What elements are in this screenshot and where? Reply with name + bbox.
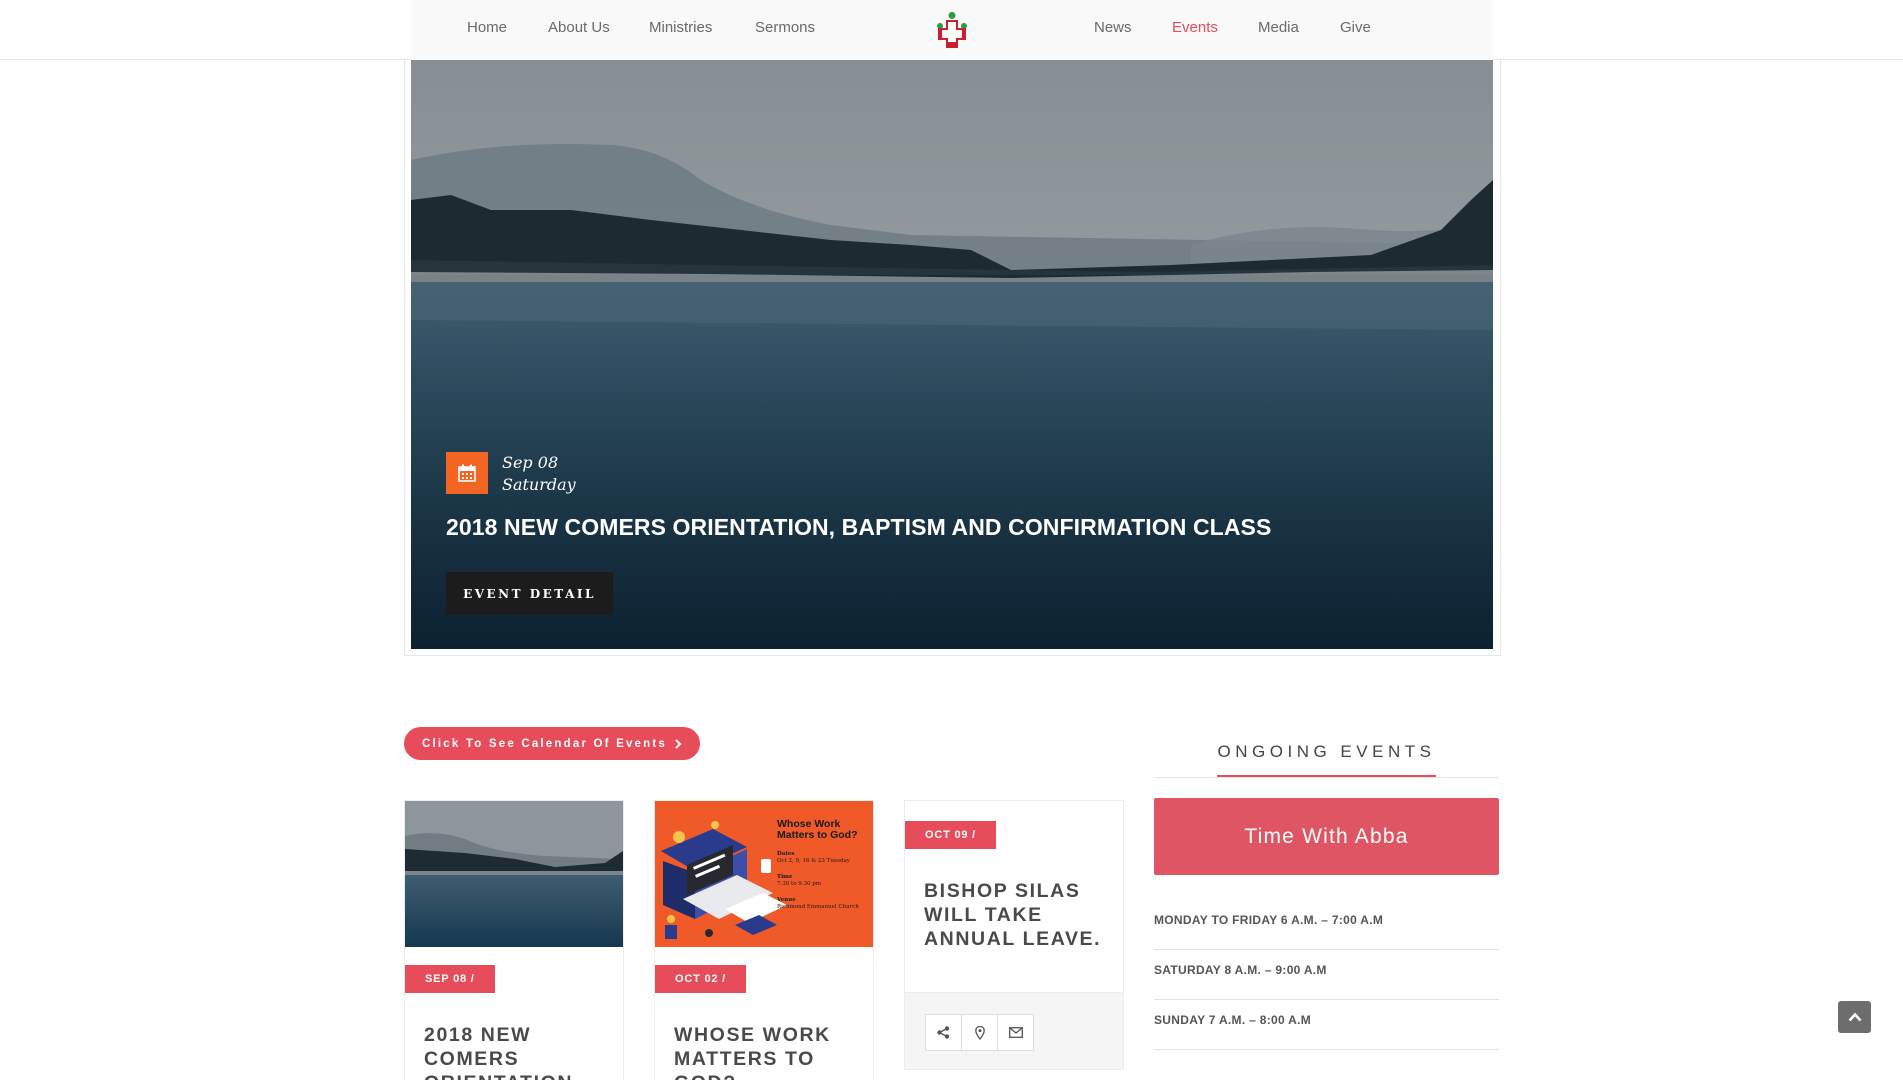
event-title-line: WHOSE WORK: [674, 1024, 831, 1046]
event-title[interactable]: BISHOP SILAS WILL TAKE ANNUAL LEAVE.: [924, 879, 1101, 951]
nav-sermons[interactable]: Sermons: [755, 0, 815, 56]
event-card-footer: [905, 992, 1123, 1069]
lake-landscape-image: [411, 60, 1493, 649]
heading-divider: [1154, 777, 1499, 778]
schedule-row: SUNDAY 7 A.M. – 8:00 A.M: [1154, 1000, 1499, 1050]
chevron-up-icon: [1848, 1012, 1861, 1022]
church-logo[interactable]: [932, 12, 972, 56]
nav-give[interactable]: Give: [1340, 0, 1371, 56]
poster-dates: Oct 2, 9, 16 & 23 Tuesday: [777, 858, 850, 864]
poster-venue: Richmond Emmanuel Church: [777, 904, 859, 910]
hero-date-block: Sep 08 Saturday: [502, 452, 576, 496]
poster-heading: Whose Work Matters to God?: [777, 818, 858, 841]
calendar-of-events-button[interactable]: Click To See Calendar Of Events: [404, 727, 700, 760]
event-title-line: ANNUAL LEAVE.: [924, 928, 1102, 950]
hero-banner: [411, 60, 1493, 649]
event-date-badge: OCT 09 /: [905, 821, 997, 849]
nav-events[interactable]: Events: [1172, 0, 1218, 56]
hero-title: 2018 NEW COMERS ORIENTATION, BAPTISM AND…: [446, 514, 1272, 540]
poster-details: Dates Oct 2, 9, 16 & 23 Tuesday Time 7.3…: [777, 851, 869, 911]
nav-media[interactable]: Media: [1258, 0, 1299, 56]
event-image[interactable]: [405, 801, 623, 947]
event-date-badge: SEP 08 /: [405, 965, 495, 993]
event-card[interactable]: OCT 09 / BISHOP SILAS WILL TAKE ANNUAL L…: [904, 800, 1124, 1070]
nav-ministries[interactable]: Ministries: [649, 0, 712, 56]
poster-time-label: Time: [777, 874, 793, 880]
event-date-badge: OCT 02 /: [655, 965, 747, 993]
event-title-line: WILL TAKE: [924, 904, 1043, 926]
back-to-top-button[interactable]: [1838, 1001, 1871, 1033]
event-title-line: GOD?: [674, 1071, 831, 1080]
nav-news[interactable]: News: [1094, 0, 1132, 56]
event-title-line: COMERS: [424, 1048, 520, 1070]
event-detail-button[interactable]: EVENT DETAIL: [446, 572, 613, 615]
share-icon[interactable]: [925, 1014, 962, 1051]
ongoing-events-heading: ONGOING EVENTS: [1217, 742, 1436, 761]
event-title[interactable]: 2018 NEW COMERS ORIENTATION,: [424, 1023, 580, 1080]
event-title-line: ORIENTATION,: [424, 1071, 580, 1080]
calendar-button-label: Click To See Calendar Of Events: [421, 737, 668, 750]
share-actions: [925, 1014, 1034, 1051]
event-title-line: 2018 NEW: [424, 1024, 532, 1046]
event-title-line: BISHOP SILAS: [924, 880, 1081, 902]
event-poster-image[interactable]: Whose Work Matters to God? Dates Oct 2, …: [655, 801, 873, 947]
calendar-icon: [446, 452, 488, 494]
envelope-icon[interactable]: [997, 1014, 1034, 1051]
poster-venue-label: Venue: [777, 897, 796, 903]
event-card[interactable]: Whose Work Matters to God? Dates Oct 2, …: [654, 800, 874, 1080]
map-pin-icon[interactable]: [961, 1014, 998, 1051]
heading-accent-underline: [1217, 775, 1436, 777]
chevron-right-icon: [675, 738, 682, 749]
schedule-row: SATURDAY 8 A.M. – 9:00 A.M: [1154, 950, 1499, 1000]
nav-home[interactable]: Home: [467, 0, 507, 56]
time-with-abba-button[interactable]: Time With Abba: [1154, 798, 1499, 875]
event-card[interactable]: SEP 08 / 2018 NEW COMERS ORIENTATION,: [404, 800, 624, 1080]
event-title-line: MATTERS TO: [674, 1048, 815, 1070]
poster-dates-label: Dates: [777, 851, 795, 857]
poster-time: 7.30 to 9.30 pm: [777, 881, 821, 887]
nav-about-us[interactable]: About Us: [548, 0, 610, 56]
hero-date: Sep 08: [502, 453, 559, 472]
hero-day: Saturday: [502, 475, 576, 494]
schedule-row: MONDAY TO FRIDAY 6 A.M. – 7:00 A.M: [1154, 900, 1499, 950]
event-title[interactable]: WHOSE WORK MATTERS TO GOD?: [674, 1023, 831, 1080]
